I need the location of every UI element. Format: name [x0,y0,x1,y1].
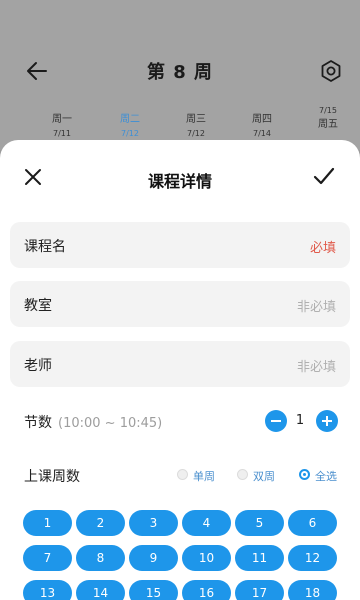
field-label: 老师 [24,358,52,374]
day-column-mon: 周一 7/11 [40,110,84,138]
day-date: 7/12 [187,129,205,138]
week-button[interactable]: 16 [182,580,231,600]
radio-dot [177,469,188,480]
period-label: 节数 [24,415,52,431]
course-name-field[interactable]: 课程名 必填 [10,222,350,268]
checkmark-icon[interactable] [310,162,338,190]
week-button[interactable]: 17 [235,580,284,600]
day-name: 周一 [52,114,72,125]
increment-button[interactable] [316,410,338,432]
week-button[interactable]: 7 [23,545,72,571]
week-button[interactable]: 10 [182,545,231,571]
day-column-thu: 周四 7/14 [240,110,284,138]
week-button[interactable]: 13 [23,580,72,600]
radio-odd-weeks[interactable]: 单周 [177,468,223,483]
week-button[interactable]: 3 [129,510,178,536]
day-date: 7/11 [53,129,71,138]
settings-icon[interactable] [319,59,343,83]
week-button[interactable]: 5 [235,510,284,536]
radio-dot [299,469,310,480]
classroom-field[interactable]: 教室 非必填 [10,281,350,327]
week-button[interactable]: 2 [76,510,125,536]
day-column-fri: 7/15 周五 [306,106,350,130]
day-name: 周二 [120,114,140,125]
radio-even-weeks[interactable]: 双周 [237,468,283,483]
radio-label: 双周 [253,470,275,483]
field-placeholder: 非必填 [296,300,336,315]
radio-label: 全选 [315,470,337,483]
day-column-tue: 周二 7/12 [108,110,152,138]
week-button[interactable]: 4 [182,510,231,536]
field-placeholder: 非必填 [296,360,336,375]
radio-label: 单周 [193,470,215,483]
day-date: 7/14 [253,129,271,138]
week-button[interactable]: 6 [288,510,337,536]
period-time: (10:00 ~ 10:45) [58,416,163,431]
sheet-title: 课程详情 [147,172,212,191]
field-label: 课程名 [24,239,66,255]
teacher-field[interactable]: 老师 非必填 [10,341,350,387]
week-button[interactable]: 9 [129,545,178,571]
period-row: 节数 (10:00 ~ 10:45) [24,412,162,432]
day-date: 7/15 [319,106,337,115]
decrement-button[interactable] [265,410,287,432]
day-name: 周三 [186,114,206,125]
week-button[interactable]: 8 [76,545,125,571]
week-header: 第 8 周 周一 7/11 周二 7/12 周三 7/12 周四 7/14 7/… [0,0,360,150]
radio-dot [237,469,248,480]
day-name: 周五 [318,119,338,130]
day-name: 周四 [252,114,272,125]
week-button[interactable]: 14 [76,580,125,600]
period-count: 1 [295,413,305,428]
week-button[interactable]: 11 [235,545,284,571]
radio-select-all[interactable]: 全选 [299,468,345,483]
weeks-label: 上课周数 [24,469,80,485]
week-button[interactable]: 12 [288,545,337,571]
field-placeholder: 必填 [309,241,336,256]
week-button[interactable]: 15 [129,580,178,600]
day-date: 7/12 [121,129,139,138]
week-button[interactable]: 18 [288,580,337,600]
day-column-wed: 周三 7/12 [174,110,218,138]
field-label: 教室 [24,298,52,314]
week-button[interactable]: 1 [23,510,72,536]
week-title: 第 8 周 [146,62,214,83]
